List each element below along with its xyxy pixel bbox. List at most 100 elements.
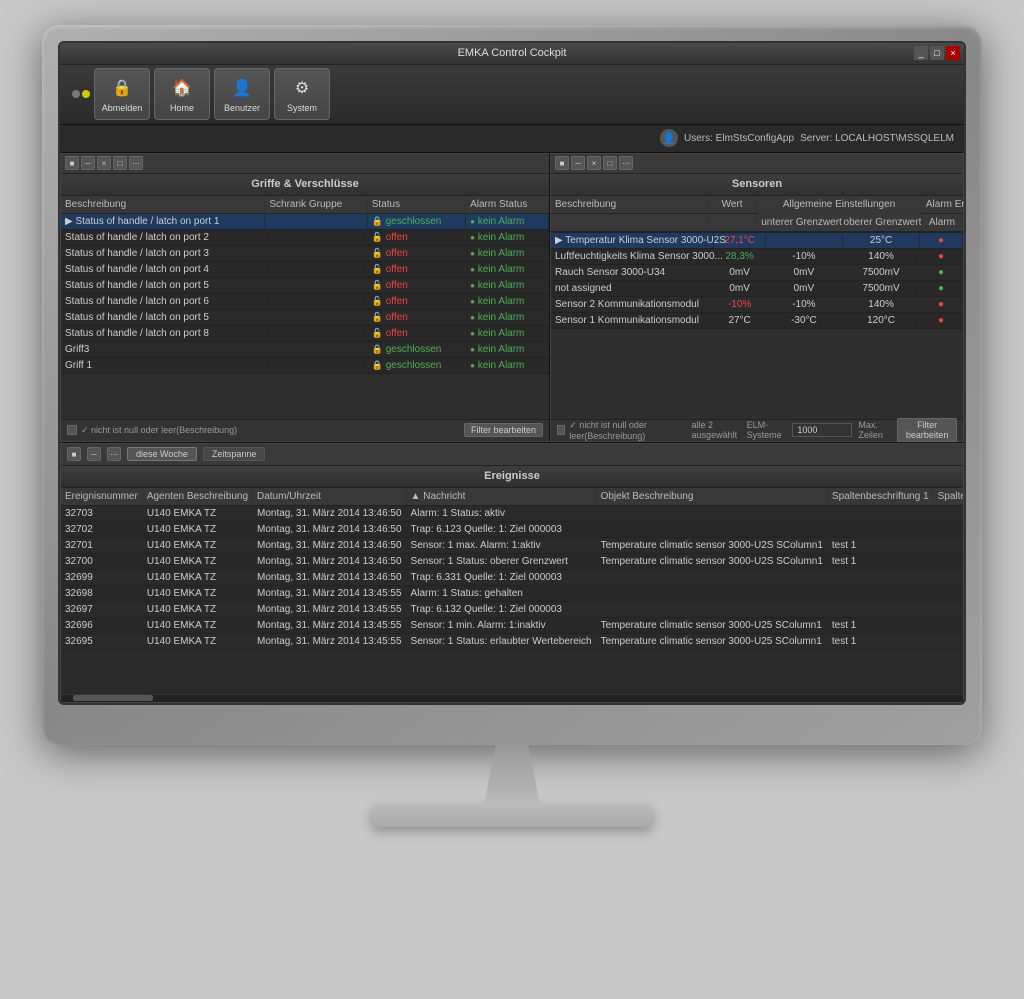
zeitspanne-btn[interactable]: Zeitspanne bbox=[203, 447, 266, 461]
griffe-cell-beschreibung: Status of handle / latch on port 4 bbox=[61, 261, 265, 277]
ereignisse-cell-sp1 bbox=[827, 569, 933, 585]
sensoren-hdr-alarm[interactable]: Alarm Ere... bbox=[921, 196, 962, 214]
ereignisse-cell-datum: Montag, 31. März 2014 13:46:50 bbox=[253, 505, 407, 521]
sensoren-table-row[interactable]: Luftfeuchtigkeits Klima Sensor 3000... 2… bbox=[551, 248, 963, 264]
ereignisse-tb-btn3[interactable]: ⋯ bbox=[107, 447, 121, 461]
sensoren-hdr-alarm2[interactable]: Alarm bbox=[921, 213, 962, 231]
sensoren-table-row[interactable]: not assigned 0mV 0mV 7500mV ● bbox=[551, 280, 963, 296]
sensoren-table-row[interactable]: Sensor 2 Kommunikationsmodul -10% -10% 1… bbox=[551, 296, 963, 312]
ereignisse-cell-nachricht: Sensor: 1 Status: erlaubter Wertebereich bbox=[406, 633, 596, 649]
top-panels: ■ ─ × □ ⋯ Griffe & Verschlüsse bbox=[60, 153, 964, 443]
griffe-tb-btn4[interactable]: □ bbox=[113, 156, 127, 170]
ereignisse-table-row[interactable]: 32702 U140 EMKA TZ Montag, 31. März 2014… bbox=[61, 521, 963, 537]
griffe-table-row[interactable]: Status of handle / latch on port 6 🔓 off… bbox=[61, 293, 549, 309]
griffe-cell-status: 🔒 geschlossen bbox=[367, 213, 465, 229]
ereignisse-table-row[interactable]: 32695 U140 EMKA TZ Montag, 31. März 2014… bbox=[61, 633, 963, 649]
ereignisse-table-row[interactable]: 32700 U140 EMKA TZ Montag, 31. März 2014… bbox=[61, 553, 963, 569]
sensoren-tb-btn1[interactable]: ■ bbox=[555, 156, 569, 170]
griffe-table-row[interactable]: Status of handle / latch on port 5 🔓 off… bbox=[61, 309, 549, 325]
griffe-filter-btn[interactable]: Filter bearbeiten bbox=[464, 423, 543, 437]
griffe-tb-btn1[interactable]: ■ bbox=[65, 156, 79, 170]
ereignisse-col-agent[interactable]: Agenten Beschreibung bbox=[142, 488, 252, 506]
sensoren-col-headers: Beschreibung Wert Allgemeine Einstellung… bbox=[551, 196, 963, 233]
system-button[interactable]: ⚙ System bbox=[274, 68, 330, 120]
system-icon: ⚙ bbox=[290, 76, 314, 100]
sensoren-allgemein-label: Allgemeine Einstellungen bbox=[757, 196, 922, 214]
user-label: Users: ElmStsConfigApp bbox=[684, 133, 794, 144]
sensoren-tb-btn5[interactable]: ⋯ bbox=[619, 156, 633, 170]
sensoren-filter-checkbox[interactable] bbox=[557, 425, 565, 435]
ereignisse-cell-objekt bbox=[596, 585, 827, 601]
ereignisse-table-row[interactable]: 32696 U140 EMKA TZ Montag, 31. März 2014… bbox=[61, 617, 963, 633]
sensoren-cell-alarm: ● bbox=[920, 280, 963, 296]
griffe-tb-btn3[interactable]: × bbox=[97, 156, 111, 170]
sensoren-filter-btn[interactable]: Filter bearbeiten bbox=[897, 418, 957, 442]
ereignisse-table-row[interactable]: 32703 U140 EMKA TZ Montag, 31. März 2014… bbox=[61, 505, 963, 521]
ereignisse-col-sp1[interactable]: Spaltenbeschriftung 1 bbox=[827, 488, 933, 506]
ereignisse-table-row[interactable]: 32698 U140 EMKA TZ Montag, 31. März 2014… bbox=[61, 585, 963, 601]
ereignisse-scrollbar[interactable] bbox=[61, 694, 963, 702]
ereignisse-tb-btn1[interactable]: ■ bbox=[67, 447, 81, 461]
griffe-col-beschreibung[interactable]: Beschreibung bbox=[61, 196, 265, 214]
ereignisse-cell-agent: U140 EMKA TZ bbox=[142, 553, 252, 569]
griffe-table-row[interactable]: Status of handle / latch on port 4 🔓 off… bbox=[61, 261, 549, 277]
ereignisse-cell-s1 bbox=[933, 521, 963, 537]
ereignisse-scrollbar-thumb[interactable] bbox=[73, 695, 153, 701]
griffe-col-gruppe[interactable]: Schrank Gruppe bbox=[265, 196, 367, 214]
griffe-cell-status: 🔓 offen bbox=[367, 261, 465, 277]
sensoren-hdr-oberer[interactable]: oberer Grenzwert bbox=[839, 213, 921, 231]
sensoren-hdr-unterer[interactable]: unterer Grenzwert bbox=[757, 213, 839, 231]
griffe-tb-btn2[interactable]: ─ bbox=[81, 156, 95, 170]
sensoren-table-row[interactable]: Sensor 1 Kommunikationsmodul 27°C -30°C … bbox=[551, 312, 963, 328]
ereignisse-cell-nachricht: Sensor: 1 Status: oberer Grenzwert bbox=[406, 553, 596, 569]
ereignisse-col-datum[interactable]: Datum/Uhrzeit bbox=[253, 488, 407, 506]
sensoren-table-row[interactable]: Rauch Sensor 3000-U34 0mV 0mV 7500mV ● bbox=[551, 264, 963, 280]
sensoren-hdr-beschreibung[interactable]: Beschreibung bbox=[551, 196, 707, 214]
sensoren-elm-input[interactable] bbox=[792, 423, 852, 437]
griffe-col-alarm[interactable]: Alarm Status bbox=[466, 196, 549, 214]
minimize-button[interactable]: _ bbox=[914, 46, 928, 60]
ereignisse-col-nachricht[interactable]: ▲ Nachricht bbox=[406, 488, 596, 506]
griffe-table-row[interactable]: Griff3 🔒 geschlossen ● kein Alarm bbox=[61, 341, 549, 357]
ereignisse-col-nr[interactable]: Ereignisnummer bbox=[61, 488, 142, 506]
griffe-table-row[interactable]: Status of handle / latch on port 2 🔓 off… bbox=[61, 229, 549, 245]
ereignisse-table-row[interactable]: 32699 U140 EMKA TZ Montag, 31. März 2014… bbox=[61, 569, 963, 585]
griffe-table-row[interactable]: ▶ Status of handle / latch on port 1 🔒 g… bbox=[61, 213, 549, 229]
griffe-cell-gruppe bbox=[265, 357, 367, 373]
ereignisse-table-row[interactable]: 32697 U140 EMKA TZ Montag, 31. März 2014… bbox=[61, 601, 963, 617]
home-button[interactable]: 🏠 Home bbox=[154, 68, 210, 120]
sensoren-tb-btn4[interactable]: □ bbox=[603, 156, 617, 170]
griffe-table-scroll[interactable]: Beschreibung Schrank Gruppe Status Alarm… bbox=[61, 196, 549, 419]
griffe-table-row[interactable]: Griff 1 🔒 geschlossen ● kein Alarm bbox=[61, 357, 549, 373]
sensoren-tb-btn3[interactable]: × bbox=[587, 156, 601, 170]
sensoren-cell-unterer bbox=[765, 233, 842, 249]
griffe-tb-btn5[interactable]: ⋯ bbox=[129, 156, 143, 170]
griffe-filter-checkbox[interactable] bbox=[67, 425, 77, 435]
tb-dots bbox=[72, 90, 90, 98]
sensoren-cell-wert: 0mV bbox=[714, 264, 765, 280]
sensoren-table-scroll[interactable]: ▶ Temperatur Klima Sensor 3000-U2S 27,1°… bbox=[551, 233, 963, 419]
sensoren-tb-btn2[interactable]: ─ bbox=[571, 156, 585, 170]
close-button[interactable]: × bbox=[946, 46, 960, 60]
griffe-cell-gruppe bbox=[265, 341, 367, 357]
ereignisse-col-objekt[interactable]: Objekt Beschreibung bbox=[596, 488, 827, 506]
abmelden-button[interactable]: 🔒 Abmelden bbox=[94, 68, 150, 120]
ereignisse-table-scroll[interactable]: Ereignisnummer Agenten Beschreibung Datu… bbox=[61, 488, 963, 694]
griffe-table-row[interactable]: Status of handle / latch on port 8 🔓 off… bbox=[61, 325, 549, 341]
diese-woche-btn[interactable]: diese Woche bbox=[127, 447, 197, 461]
sensoren-hdr-wert[interactable]: Wert bbox=[707, 196, 756, 214]
ereignisse-cell-datum: Montag, 31. März 2014 13:46:50 bbox=[253, 537, 407, 553]
griffe-cell-alarm: ● kein Alarm bbox=[466, 229, 549, 245]
ereignisse-cell-s1 bbox=[933, 505, 963, 521]
griffe-table-row[interactable]: Status of handle / latch on port 5 🔓 off… bbox=[61, 277, 549, 293]
sensoren-table-row[interactable]: ▶ Temperatur Klima Sensor 3000-U2S 27,1°… bbox=[551, 233, 963, 249]
ereignisse-tb-btn2[interactable]: ─ bbox=[87, 447, 101, 461]
ereignisse-cell-nachricht: Alarm: 1 Status: aktiv bbox=[406, 505, 596, 521]
ereignisse-table-row[interactable]: 32701 U140 EMKA TZ Montag, 31. März 2014… bbox=[61, 537, 963, 553]
griffe-col-status[interactable]: Status bbox=[367, 196, 465, 214]
ereignisse-cell-nachricht: Alarm: 1 Status: gehalten bbox=[406, 585, 596, 601]
griffe-table-row[interactable]: Status of handle / latch on port 3 🔓 off… bbox=[61, 245, 549, 261]
ereignisse-col-s1[interactable]: Spalte 1 bbox=[933, 488, 963, 506]
maximize-button[interactable]: □ bbox=[930, 46, 944, 60]
benutzer-button[interactable]: 👤 Benutzer bbox=[214, 68, 270, 120]
